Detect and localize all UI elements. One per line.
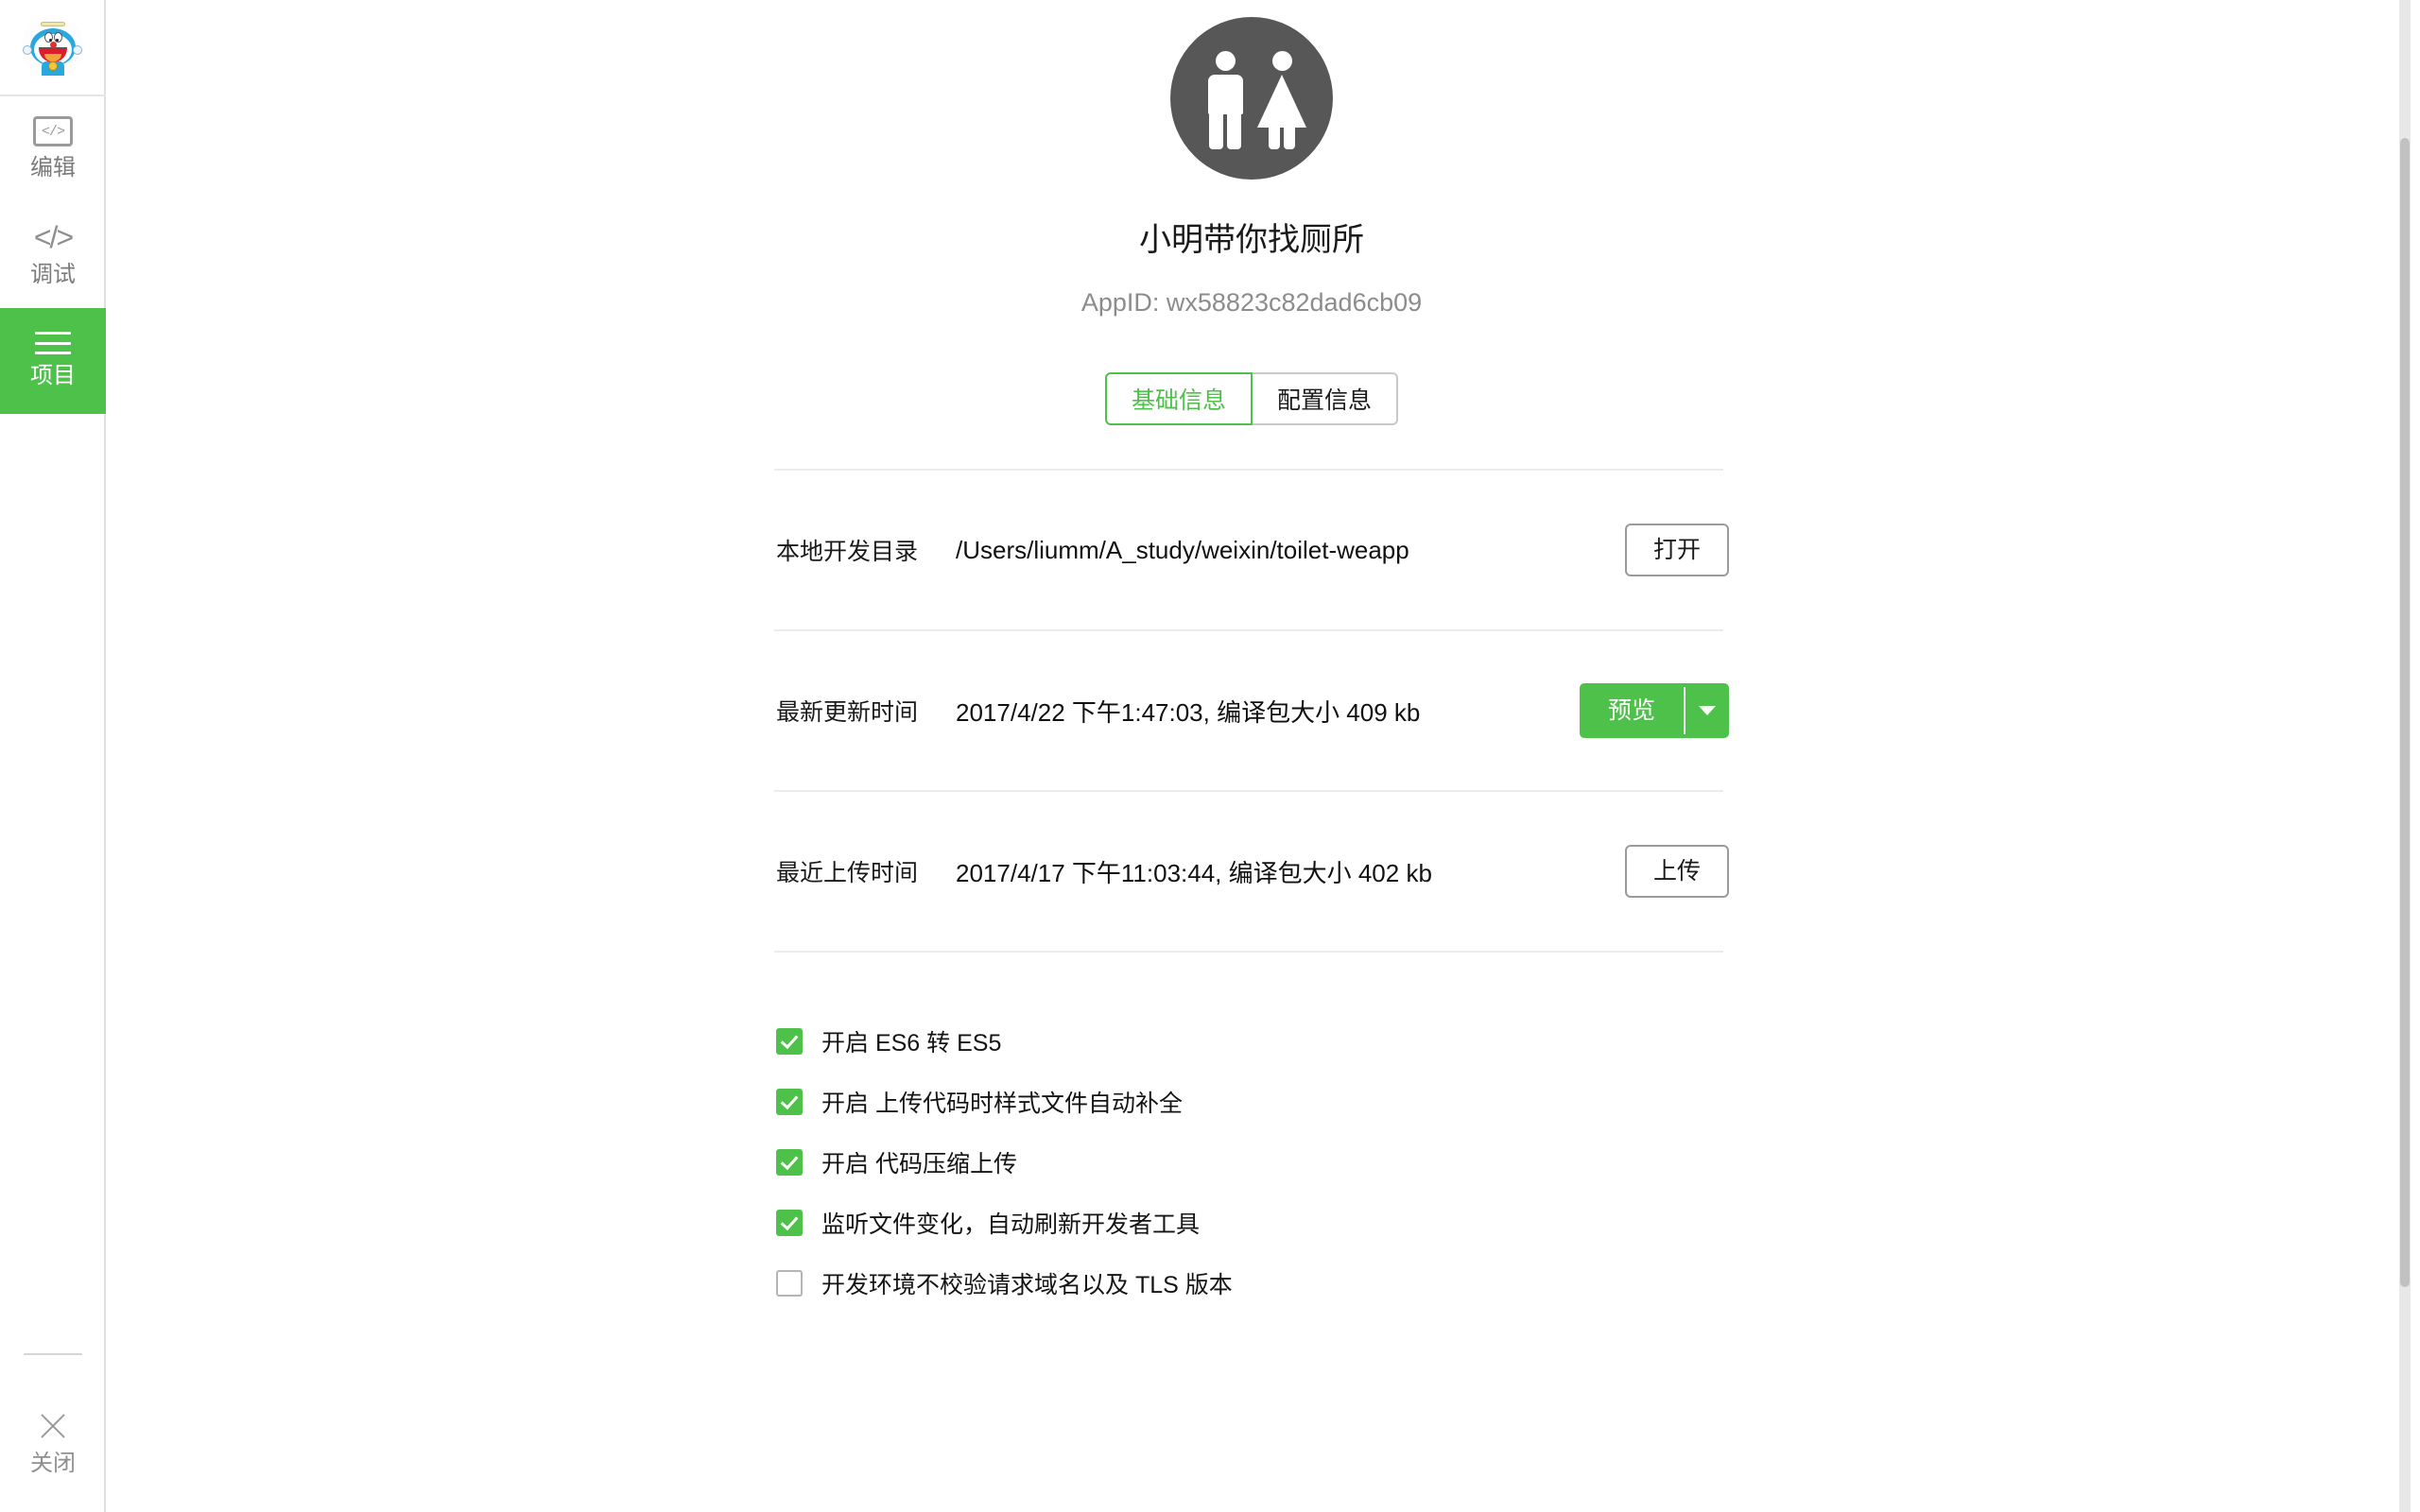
avatar-hand-left [23,45,32,55]
sidebar-divider [24,1353,82,1355]
propeller-icon [41,22,65,26]
checkbox-watch-files-label: 监听文件变化，自动刷新开发者工具 [821,1211,1201,1238]
checkbox-row-code-minify[interactable]: 开启 代码压缩上传 [776,1132,1729,1193]
row-last-upload: 最近上传时间 2017/4/17 下午11:03:44, 编译包大小 402 k… [774,792,1729,951]
checkbox-skip-domain-check[interactable] [776,1270,803,1297]
checkbox-row-watch-files[interactable]: 监听文件变化，自动刷新开发者工具 [776,1193,1729,1253]
sidebar-item-debug-label: 调试 [30,262,76,287]
checkbox-row-skip-domain-check[interactable]: 开发环境不校验请求域名以及 TLS 版本 [776,1253,1729,1314]
checkbox-row-es6-to-es5[interactable]: 开启 ES6 转 ES5 [776,1011,1729,1072]
upload-button[interactable]: 上传 [1624,845,1729,898]
checkbox-skip-domain-check-label: 开发环境不校验请求域名以及 TLS 版本 [821,1272,1233,1298]
checkbox-style-autocomplete[interactable] [776,1089,803,1115]
checkbox-watch-files[interactable] [776,1210,803,1236]
bell-icon [48,61,58,71]
sidebar-item-project-label: 项目 [30,363,76,388]
chevron-down-icon [1699,706,1716,715]
row-local-directory: 本地开发目录 /Users/liumm/A_study/weixin/toile… [774,471,1729,629]
tab-basic-info[interactable]: 基础信息 [1104,372,1253,425]
sidebar: </> 编辑 </> 调试 项目 关闭 [0,0,106,1512]
open-button[interactable]: 打开 [1624,524,1729,576]
checkbox-code-minify-label: 开启 代码压缩上传 [821,1151,1017,1177]
info-rows: 本地开发目录 /Users/liumm/A_study/weixin/toile… [774,469,1729,953]
code-box-icon: </> [33,116,73,146]
row-local-directory-label: 本地开发目录 [776,539,919,565]
sidebar-item-project[interactable]: 项目 [0,308,106,414]
row-last-update: 最新更新时间 2017/4/22 下午1:47:03, 编译包大小 409 kb… [774,631,1729,790]
sidebar-item-close-label: 关闭 [30,1451,76,1476]
preview-dropdown-button[interactable] [1685,683,1729,738]
doraemon-avatar[interactable] [22,16,84,78]
male-pictogram-icon [1204,51,1246,149]
project-info-content: 小明带你找厕所 AppID: wx58823c82dad6cb09 基础信息 配… [774,0,1729,1314]
checkbox-es6-to-es5-label: 开启 ES6 转 ES5 [821,1030,1002,1057]
checkbox-es6-to-es5[interactable] [776,1028,803,1055]
tab-config-info[interactable]: 配置信息 [1253,372,1399,425]
settings-checkbox-list: 开启 ES6 转 ES5 开启 上传代码时样式文件自动补全 开启 代码压缩上传 … [774,1011,1729,1314]
sidebar-item-edit-label: 编辑 [30,155,76,180]
row-divider-4 [774,951,1723,953]
hamburger-menu-icon [35,332,71,354]
close-x-icon [37,1410,69,1442]
female-pictogram-icon [1257,51,1306,149]
checkbox-style-autocomplete-label: 开启 上传代码时样式文件自动补全 [821,1091,1183,1117]
avatar-hand-right [73,45,82,55]
row-last-update-label: 最新更新时间 [776,699,919,726]
avatar-container [0,0,106,96]
tab-group: 基础信息 配置信息 [774,372,1729,425]
row-last-upload-label: 最近上传时间 [776,860,919,886]
vertical-scrollbar-track[interactable] [2399,0,2411,1512]
checkbox-row-style-autocomplete[interactable]: 开启 上传代码时样式文件自动补全 [776,1072,1729,1132]
page-title: 小明带你找厕所 [1139,222,1364,258]
checkbox-code-minify[interactable] [776,1149,803,1176]
code-brackets-icon: </> [33,220,74,254]
sidebar-footer: 关闭 [0,1353,106,1512]
sidebar-item-edit[interactable]: </> 编辑 [0,96,106,202]
row-local-directory-value: /Users/liumm/A_study/weixin/toilet-weapp [956,535,1409,564]
main-panel: 小明带你找厕所 AppID: wx58823c82dad6cb09 基础信息 配… [108,0,2411,1512]
row-last-upload-value: 2017/4/17 下午11:03:44, 编译包大小 402 kb [956,858,1432,887]
preview-split-button[interactable]: 预览 [1579,683,1729,738]
row-last-update-value: 2017/4/22 下午1:47:03, 编译包大小 409 kb [956,697,1421,727]
app-id-text: AppID: wx58823c82dad6cb09 [1080,288,1423,317]
restroom-sign-icon [1170,17,1333,180]
sidebar-item-debug[interactable]: </> 调试 [0,202,106,308]
preview-button[interactable]: 预览 [1580,683,1684,738]
avatar-pupil-right [56,39,59,42]
sidebar-item-close[interactable]: 关闭 [0,1410,106,1512]
vertical-scrollbar-thumb[interactable] [2400,138,2410,1287]
avatar-nose [50,42,57,48]
